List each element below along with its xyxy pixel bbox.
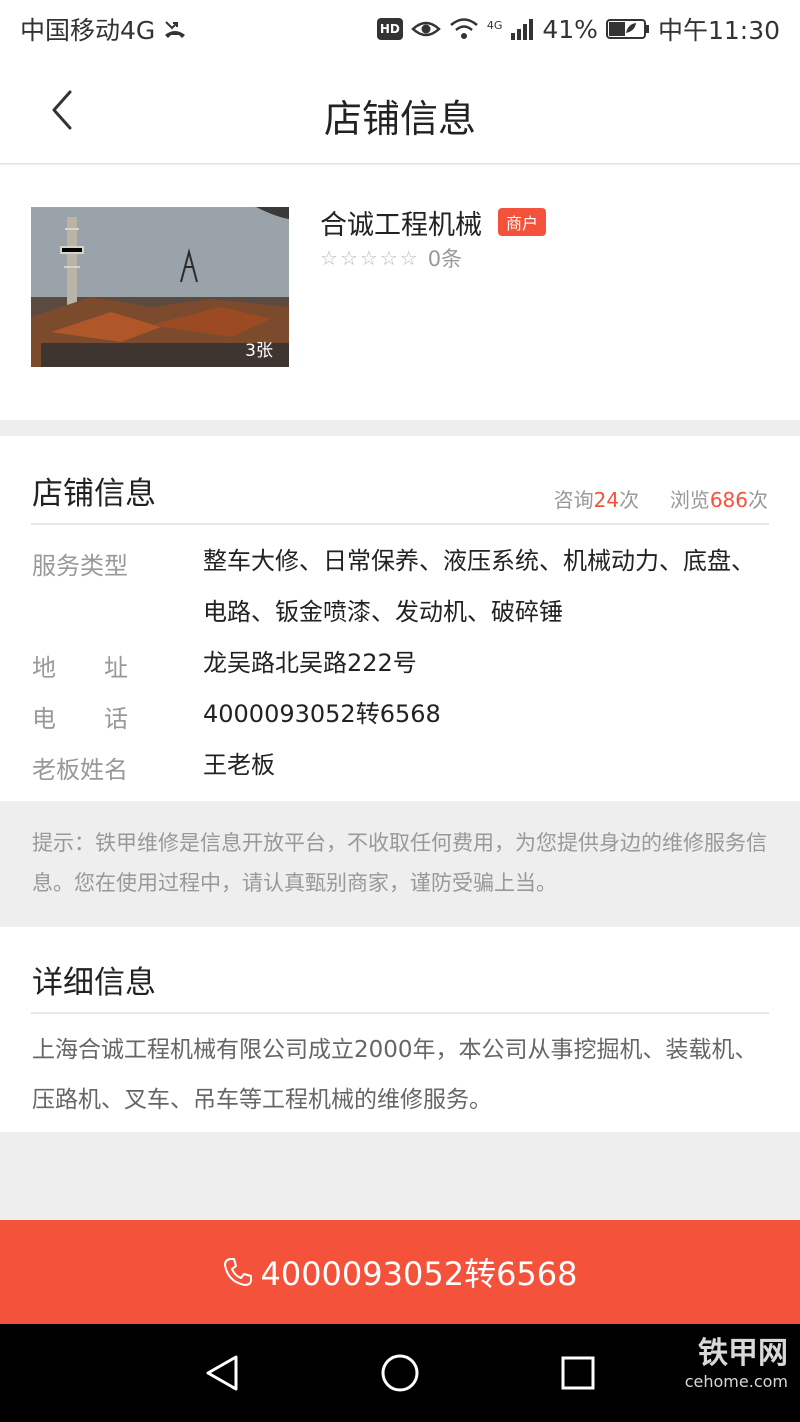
page-title: 店铺信息 (323, 97, 476, 141)
watermark-subtext: cehome.com (684, 1372, 788, 1391)
system-home-button[interactable] (375, 1348, 425, 1398)
star-icon: ☆ (339, 246, 358, 270)
eye-icon (410, 21, 441, 37)
rating-row: ☆ ☆ ☆ ☆ ☆ 0条 (320, 243, 462, 273)
owner-label: 老板姓名 (32, 756, 128, 784)
phone-label: 电 话 (32, 705, 128, 733)
review-count: 0条 (427, 247, 463, 271)
phone-icon (224, 1258, 253, 1286)
watermark: 铁甲网 cehome.com (685, 1336, 788, 1392)
shop-photo[interactable]: 3张 (31, 207, 289, 367)
carrier-label: 中国移动4G (20, 16, 156, 45)
nav-bar: 店铺信息 (0, 58, 800, 164)
divider (31, 523, 769, 525)
system-recents-button[interactable] (553, 1348, 603, 1398)
status-right: HD 4G 41% 中午11:30 (376, 11, 780, 47)
triangle-back-icon (206, 1355, 238, 1391)
star-icon: ☆ (399, 246, 418, 270)
battery-icon (605, 19, 649, 39)
status-left: 中国移动4G (20, 11, 187, 47)
watermark-text: 铁甲网 (698, 1336, 788, 1371)
star-icon: ☆ (379, 246, 398, 270)
square-recents-icon (561, 1356, 595, 1390)
call-button[interactable]: 4000093052转6568 (0, 1220, 800, 1324)
service-type-label: 服务类型 (32, 552, 128, 580)
view-unit: 次 (748, 488, 768, 512)
wifi-icon (450, 18, 478, 39)
missed-call-icon (165, 21, 186, 38)
detail-text: 上海合诚工程机械有限公司成立2000年，本公司从事挖掘机、装载机、压路机、叉车、… (32, 1037, 758, 1113)
address-label: 地 址 (32, 654, 128, 682)
battery-percent: 41% (542, 14, 598, 44)
status-bar: 中国移动4G HD 4G 41% 中午11:30 (0, 0, 800, 58)
clock: 中午11:30 (657, 16, 780, 45)
signal-icon (511, 19, 534, 40)
phone-value[interactable]: 4000093052转6568 (203, 689, 763, 740)
call-button-label: 4000093052转6568 (260, 1255, 578, 1293)
divider (31, 1012, 769, 1014)
consult-count: 24 (593, 488, 620, 512)
consult-label: 咨询 (553, 488, 594, 512)
circle-home-icon (381, 1354, 419, 1392)
star-icon: ☆ (359, 246, 378, 270)
address-value: 龙吴路北吴路222号 (203, 649, 417, 677)
view-count: 686 (709, 488, 748, 512)
stats: 咨询24次 浏览686次 (554, 484, 768, 513)
shop-card: 3张 合诚工程机械 商户 ☆ ☆ ☆ ☆ ☆ 0条 (0, 165, 800, 420)
store-info-title: 店铺信息 (32, 476, 156, 512)
store-info-section: 店铺信息 咨询24次 浏览686次 服务类型 整车大修、日常保养、液压系统、机械… (0, 436, 800, 801)
star-icon: ☆ (320, 246, 338, 270)
system-nav-bar: 铁甲网 cehome.com (0, 1324, 800, 1422)
view-label: 浏览 (669, 488, 710, 512)
owner-value: 王老板 (203, 751, 275, 779)
merchant-badge: 商户 (498, 208, 547, 236)
hd-icon: HD (376, 18, 403, 40)
service-type-value: 整车大修、日常保养、液压系统、机械动力、底盘、电路、钣金喷漆、发动机、破碎锤 (203, 547, 755, 626)
network-type-label: 4G (486, 18, 503, 32)
consult-unit: 次 (619, 488, 640, 512)
photo-count: 3张 (245, 341, 273, 361)
notice-text: 提示：铁甲维修是信息开放平台，不收取任何费用，为您提供身边的维修服务信息。您在使… (0, 801, 800, 927)
detail-section: 详细信息 上海合诚工程机械有限公司成立2000年，本公司从事挖掘机、装载机、压路… (0, 927, 800, 1132)
shop-name: 合诚工程机械 (320, 210, 482, 241)
detail-title: 详细信息 (32, 965, 156, 1001)
system-back-button[interactable] (197, 1348, 247, 1398)
